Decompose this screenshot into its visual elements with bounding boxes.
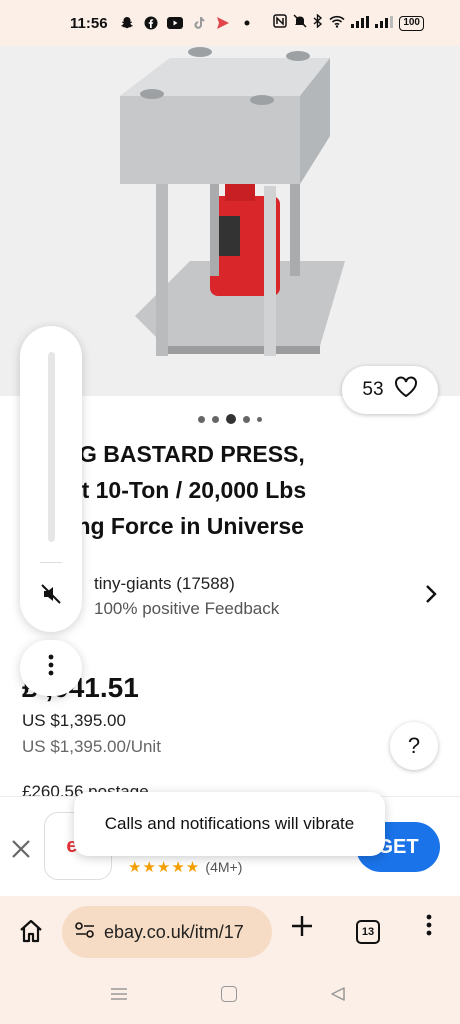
wifi-icon xyxy=(329,15,345,32)
battery-indicator: 100 xyxy=(399,15,424,31)
tab-switcher-button[interactable]: 13 xyxy=(356,920,380,944)
volume-more-options[interactable] xyxy=(20,640,82,696)
tiktok-icon xyxy=(190,14,208,32)
send-icon xyxy=(214,14,232,32)
status-time: 11:56 xyxy=(70,14,108,32)
volume-divider xyxy=(40,562,62,563)
carousel-dot[interactable] xyxy=(257,416,262,422)
like-button[interactable]: 53 xyxy=(342,366,438,414)
new-tab-icon[interactable] xyxy=(290,914,314,944)
seller-info[interactable]: tiny-giants (17588) 100% positive Feedba… xyxy=(94,574,279,619)
vibrate-toast: Calls and notifications will vibrate xyxy=(74,792,385,856)
close-icon[interactable] xyxy=(10,836,32,867)
more-menu-icon[interactable] xyxy=(424,914,434,936)
more-vertical-icon xyxy=(48,654,54,682)
heart-icon xyxy=(394,376,418,404)
speaker-mute-icon[interactable] xyxy=(39,582,63,606)
signal-icon xyxy=(351,15,370,32)
back-icon[interactable] xyxy=(330,986,346,1002)
volume-panel xyxy=(20,326,82,632)
rating-count: (4M+) xyxy=(205,859,243,875)
title-line: BIG BASTARD PRESS, xyxy=(56,441,305,467)
carousel-dot[interactable] xyxy=(212,415,219,423)
nav-home-icon[interactable] xyxy=(221,986,237,1002)
bluetooth-icon xyxy=(313,13,323,32)
tab-count: 13 xyxy=(361,926,375,938)
nfc-icon xyxy=(273,14,288,32)
snapchat-icon xyxy=(118,14,136,32)
address-bar[interactable]: ebay.co.uk/itm/17 xyxy=(62,906,272,958)
title-line: hing Force in Universe xyxy=(56,513,304,539)
app-rating: ★★★★★ (4M+) xyxy=(128,858,242,876)
seller-feedback: 100% positive Feedback xyxy=(94,599,280,618)
carousel-dot[interactable] xyxy=(243,415,250,423)
seller-name: tiny-giants (17588) xyxy=(94,574,235,593)
price-usd: US $1,395.00 xyxy=(22,711,126,730)
status-indicators: 100 xyxy=(273,13,424,32)
signal-icon xyxy=(375,15,394,32)
rating-stars: ★★★★★ xyxy=(128,859,201,876)
recents-icon[interactable] xyxy=(110,987,128,1001)
facebook-icon xyxy=(142,14,160,32)
site-settings-icon[interactable] xyxy=(74,921,96,944)
mute-icon xyxy=(293,14,307,32)
url-text: ebay.co.uk/itm/17 xyxy=(104,921,244,942)
like-count: 53 xyxy=(362,379,384,400)
carousel-dot-active[interactable] xyxy=(226,414,236,424)
status-bar: 11:56 100 xyxy=(0,0,460,46)
chevron-right-icon[interactable] xyxy=(424,584,438,610)
youtube-icon xyxy=(166,14,184,32)
carousel-dot[interactable] xyxy=(198,415,205,423)
help-button[interactable]: ? xyxy=(390,722,438,770)
title-line: est 10-Ton / 20,000 Lbs xyxy=(56,477,307,503)
dot-icon xyxy=(238,14,256,32)
price-per-unit: US $1,395.00/Unit xyxy=(22,737,161,756)
help-label: ? xyxy=(407,733,421,758)
toast-text: Calls and notifications will vibrate xyxy=(104,814,355,833)
volume-slider[interactable] xyxy=(48,352,55,542)
home-icon[interactable] xyxy=(18,918,44,944)
product-title: BIG BASTARD PRESS, est 10-Ton / 20,000 L… xyxy=(56,436,386,544)
